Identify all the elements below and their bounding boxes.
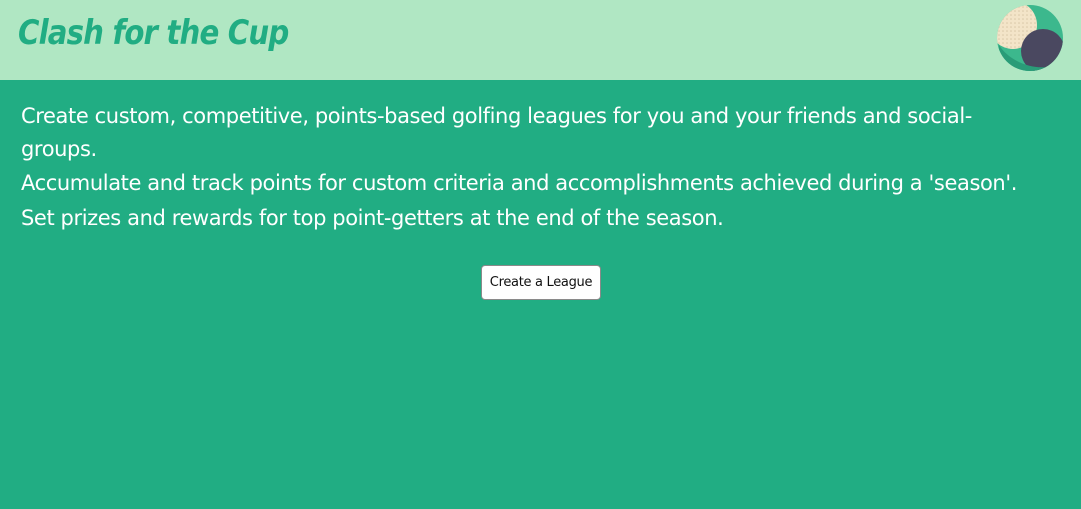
golf-ball-icon	[997, 5, 1063, 71]
golf-ball-avatar-icon[interactable]	[997, 5, 1063, 71]
intro-section: Create custom, competitive, points-based…	[21, 100, 1041, 246]
top-navbar: Clash for the Cup	[0, 0, 1081, 80]
intro-paragraph-2: Accumulate and track points for custom c…	[21, 171, 1017, 195]
brand-title[interactable]: Clash for the Cup	[18, 13, 289, 53]
intro-paragraph-1: Create custom, competitive, points-based…	[21, 104, 972, 161]
intro-paragraph-3: Set prizes and rewards for top point-get…	[21, 206, 724, 230]
create-league-button[interactable]: Create a League	[481, 265, 601, 300]
